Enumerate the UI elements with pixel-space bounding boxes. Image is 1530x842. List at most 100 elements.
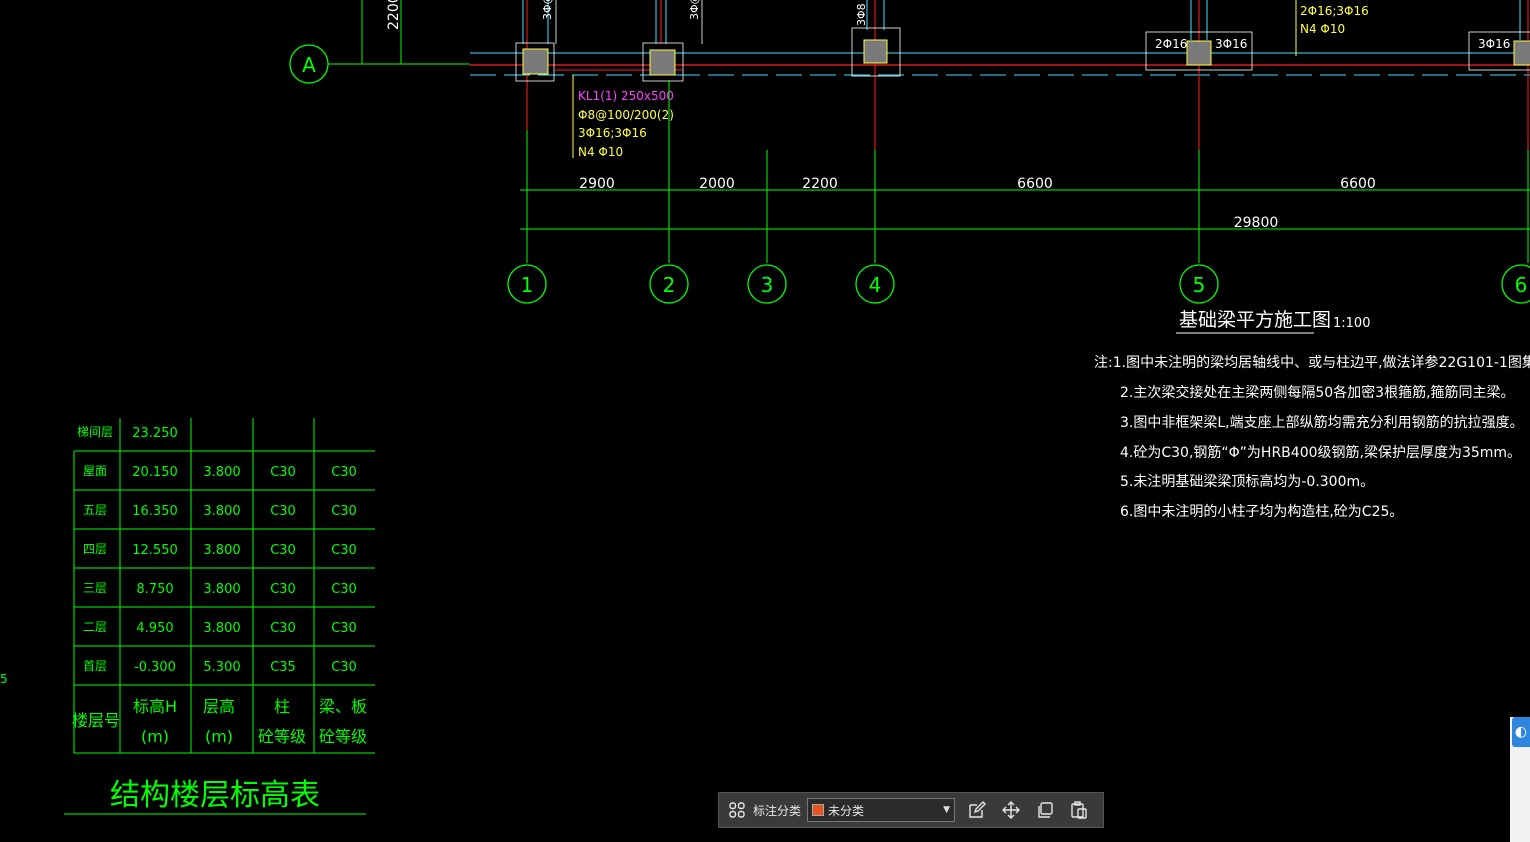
header-column: 柱 bbox=[274, 697, 290, 716]
header-beam: 梁、板 bbox=[319, 697, 367, 716]
table-cell-height: 3.800 bbox=[203, 582, 240, 597]
table-cell-column-grade: C30 bbox=[270, 543, 296, 558]
move-icon[interactable] bbox=[999, 798, 1023, 822]
table-row: 首层 -0.300 5.300 C35 C30 bbox=[83, 659, 357, 675]
note-line-2: 2.主次梁交接处在主梁两侧每隔50各加密3根箍筋,箍筋同主梁。 bbox=[1120, 384, 1515, 401]
rebar-annotations: 3Φ@10 3Φ@10 3Φ8 2Φ16;3Φ16 N4 Φ10 2Φ16 3Φ… bbox=[541, 0, 1510, 56]
beam-label-line-4: N4 Φ10 bbox=[578, 145, 623, 159]
annotation-toolbar: 标注分类 未分类 ▼ bbox=[718, 792, 1104, 828]
drawing-scale: 1:100 bbox=[1333, 316, 1370, 331]
grid-icon[interactable] bbox=[725, 798, 749, 822]
axis-label-4: 4 bbox=[869, 273, 882, 297]
chevron-down-icon: ▼ bbox=[943, 805, 951, 815]
table-cell-beam-grade: C30 bbox=[331, 660, 357, 675]
notes-block: 注:1.图中未注明的梁均居轴线中、或与柱边平,做法详参22G101-1图集。 2… bbox=[1094, 354, 1530, 520]
support-rebar-5-left: 2Φ16 bbox=[1155, 37, 1187, 51]
note-line-3: 3.图中非框架梁L,端支座上部纵筋均需充分利用钢筋的抗拉强度。 bbox=[1120, 414, 1524, 431]
cad-drawing-canvas[interactable]: A 2200 3Φ8 2Φ16;3Φ16 N4 Φ10 2Φ16 3Φ16 3Φ… bbox=[0, 0, 1530, 842]
table-cell-beam-grade: C30 bbox=[331, 465, 357, 480]
support-rebar-5-right: 3Φ16 bbox=[1215, 37, 1247, 51]
side-panel-toggle-icon[interactable]: ◐ bbox=[1512, 717, 1530, 747]
table-cell-floor: 梯间层 bbox=[77, 425, 113, 439]
dim-span-1: 2900 bbox=[579, 176, 615, 192]
table-row: 五层 16.350 3.800 C30 C30 bbox=[83, 503, 357, 519]
beam-label-kl1: KL1(1) 250x500 Φ8@100/200(2) 3Φ16;3Φ16 N… bbox=[572, 75, 674, 159]
table-cell-elevation: 8.750 bbox=[136, 582, 173, 597]
axis-label-3: 3 bbox=[761, 273, 774, 297]
axis-label-6: 6 bbox=[1515, 273, 1528, 297]
table-cell-floor: 四层 bbox=[83, 542, 107, 556]
dim-span-2: 2000 bbox=[699, 176, 735, 192]
axis-label-a: A bbox=[302, 53, 316, 77]
category-select[interactable]: 未分类 ▼ bbox=[807, 798, 956, 822]
note-line-5: 5.未注明基础梁梁顶标高均为-0.300m。 bbox=[1120, 473, 1374, 490]
table-row: 二层 4.950 3.800 C30 C30 bbox=[83, 620, 357, 636]
table-cell-column-grade: C30 bbox=[270, 504, 296, 519]
column-4 bbox=[863, 39, 888, 64]
table-cell-column-grade: C30 bbox=[270, 465, 296, 480]
table-cell-beam-grade: C30 bbox=[331, 504, 357, 519]
table-cell-elevation: 23.250 bbox=[132, 426, 178, 441]
category-color-swatch bbox=[812, 804, 825, 816]
beam-axis-a bbox=[470, 52, 1530, 76]
dim-span-5: 6600 bbox=[1340, 176, 1376, 192]
columns bbox=[515, 27, 1530, 82]
table-header-row: 楼层号 标高H (m) 层高 (m) 柱 砼等级 梁、板 砼等级 bbox=[72, 697, 367, 746]
table-cell-height: 5.300 bbox=[203, 660, 240, 675]
table-cell-elevation: -0.300 bbox=[134, 660, 176, 675]
table-cell-column-grade: C30 bbox=[270, 582, 296, 597]
table-cell-floor: 二层 bbox=[83, 620, 107, 634]
rebar-top-1: 3Φ@10 bbox=[541, 0, 554, 20]
table-row: 梯间层 23.250 bbox=[77, 425, 178, 441]
paste-icon[interactable] bbox=[1067, 798, 1091, 822]
table-cell-height: 3.800 bbox=[203, 543, 240, 558]
table-cell-floor: 首层 bbox=[83, 659, 107, 673]
axis-label-1: 1 bbox=[521, 273, 534, 297]
support-rebar-6-left: 3Φ16 bbox=[1478, 37, 1510, 51]
table-cell-floor: 三层 bbox=[83, 581, 107, 595]
axis-label-2: 2 bbox=[663, 273, 676, 297]
beam-label-line-2: Φ8@100/200(2) bbox=[578, 108, 674, 122]
category-label: 标注分类 bbox=[753, 803, 802, 818]
column-1 bbox=[522, 48, 549, 75]
column-5 bbox=[1186, 40, 1212, 66]
drawing-title: 基础梁平方施工图 bbox=[1179, 309, 1331, 331]
table-cell-floor: 五层 bbox=[83, 503, 107, 517]
table-cell-beam-grade: C30 bbox=[331, 621, 357, 636]
table-cell-floor: 屋面 bbox=[83, 464, 107, 478]
header-height-unit: (m) bbox=[205, 727, 233, 746]
note-line-4: 4.砼为C30,钢筋“Φ”为HRB400级钢筋,梁保护层厚度为35mm。 bbox=[1120, 444, 1521, 461]
dim-total: 29800 bbox=[1234, 215, 1279, 231]
beam-label-line-1: KL1(1) 250x500 bbox=[578, 89, 674, 103]
table-title: 结构楼层标高表 bbox=[110, 778, 320, 813]
table-row: 四层 12.550 3.800 C30 C30 bbox=[83, 542, 357, 558]
copy-icon[interactable] bbox=[1033, 798, 1057, 822]
rebar-top-2: 3Φ@10 bbox=[688, 0, 701, 20]
beam-label-line-3: 3Φ16;3Φ16 bbox=[578, 126, 647, 140]
header-elevation-unit: (m) bbox=[141, 727, 169, 746]
header-column-grade: 砼等级 bbox=[258, 727, 306, 746]
category-value: 未分类 bbox=[828, 803, 865, 818]
edit-icon[interactable] bbox=[965, 798, 989, 822]
axis-a-group: A 2200 bbox=[289, 0, 470, 84]
dim-span-3: 2200 bbox=[802, 176, 838, 192]
table-cell-height: 3.800 bbox=[203, 465, 240, 480]
axis-bubbles: 1 2 3 4 5 6 bbox=[507, 264, 1530, 304]
table-cell-beam-grade: C30 bbox=[331, 582, 357, 597]
table-cell-elevation: 16.350 bbox=[132, 504, 178, 519]
edge-mark: 5 bbox=[0, 672, 8, 686]
rebar-top-5a: 2Φ16;3Φ16 bbox=[1300, 4, 1369, 18]
column-2 bbox=[649, 49, 676, 76]
rebar-top-4: 3Φ8 bbox=[855, 3, 868, 26]
table-cell-column-grade: C30 bbox=[270, 621, 296, 636]
header-elevation: 标高H bbox=[133, 697, 177, 716]
drawing-title-block: 基础梁平方施工图 1:100 bbox=[1176, 309, 1370, 334]
column-6 bbox=[1513, 40, 1530, 66]
table-cell-beam-grade: C30 bbox=[331, 543, 357, 558]
floor-elevation-table: 梯间层 23.250 屋面 20.150 3.800 C30 C30 五层 16… bbox=[64, 418, 375, 815]
table-cell-elevation: 4.950 bbox=[136, 621, 173, 636]
axis-label-5: 5 bbox=[1193, 273, 1206, 297]
table-row: 屋面 20.150 3.800 C30 C30 bbox=[83, 464, 357, 480]
table-cell-height: 3.800 bbox=[203, 504, 240, 519]
dim-span-4: 6600 bbox=[1017, 176, 1053, 192]
